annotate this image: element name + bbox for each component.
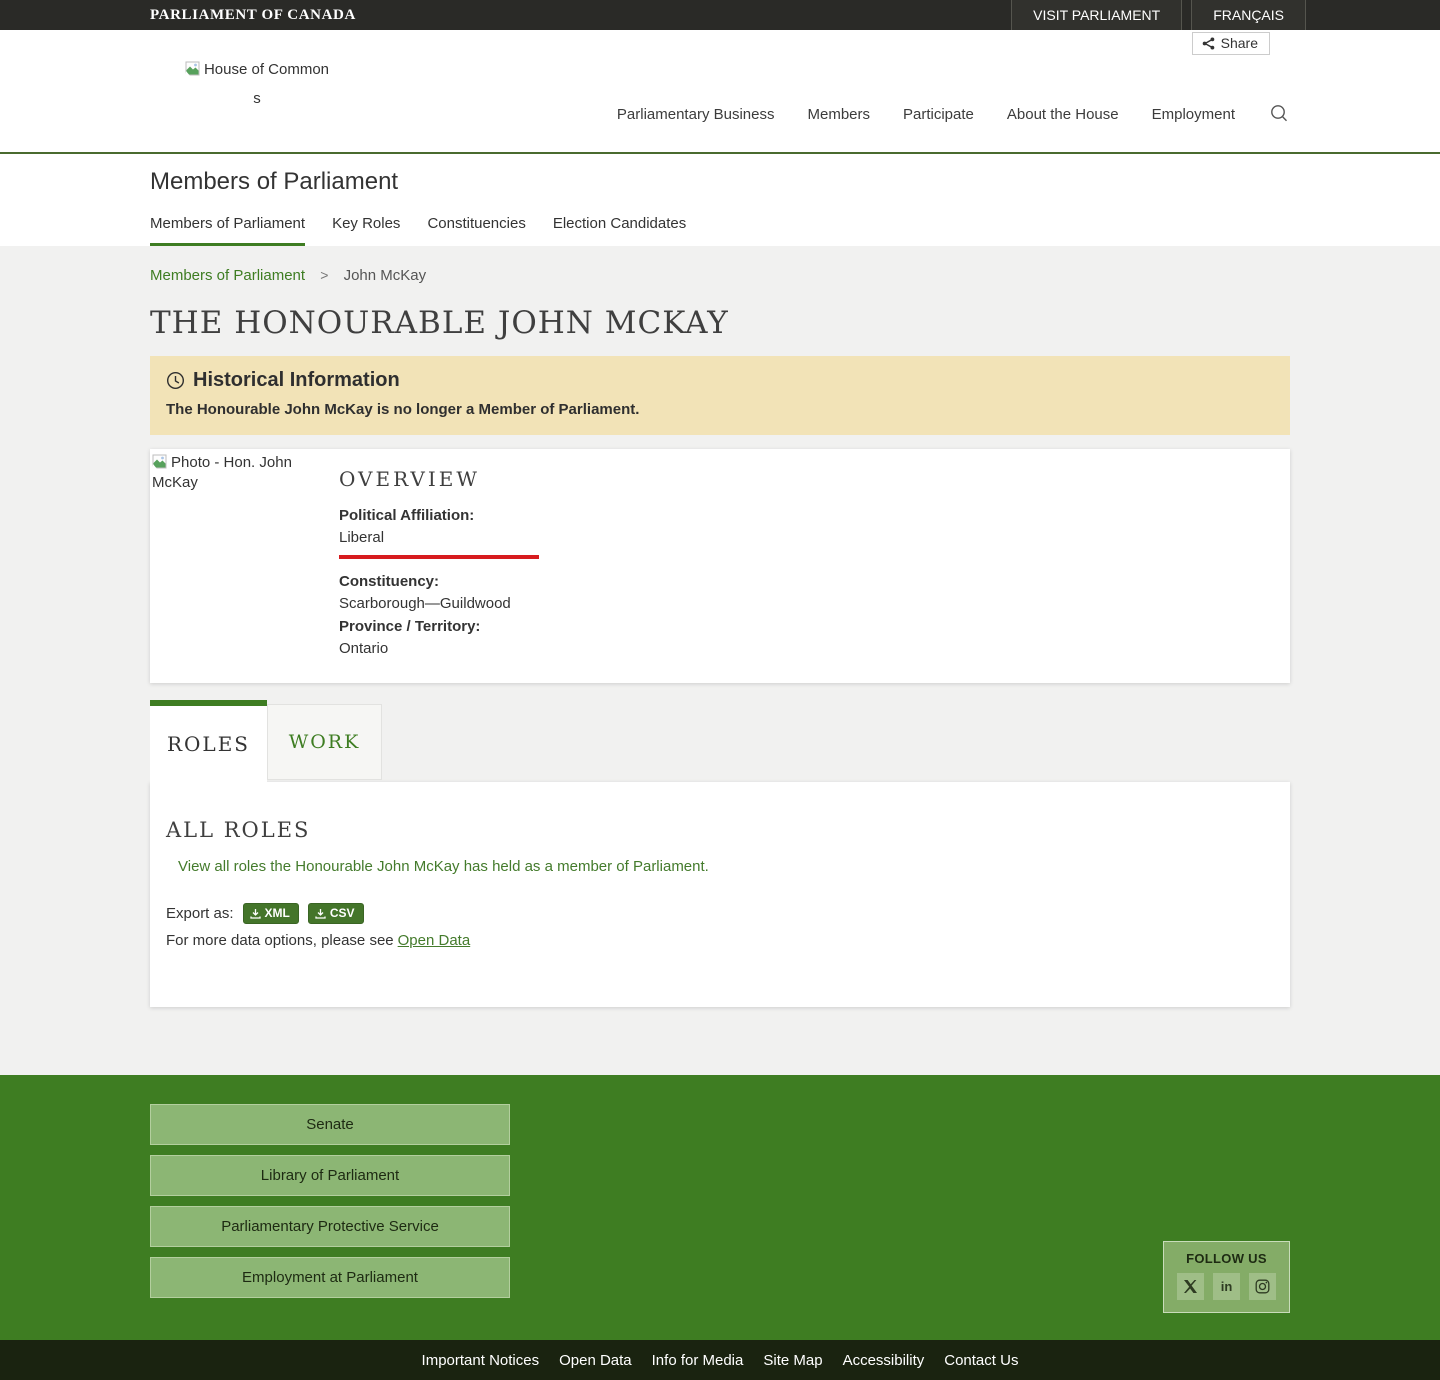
more-data-text: For more data options, please see <box>166 932 394 949</box>
main-content: Members of Parliament > John McKay THE H… <box>0 246 1440 1075</box>
link-important-notices[interactable]: Important Notices <box>421 1352 541 1369</box>
share-button[interactable]: Share <box>1191 32 1270 55</box>
follow-us-box: FOLLOW US in <box>1163 1241 1290 1313</box>
share-icon <box>1202 37 1215 50</box>
export-xml-label: XML <box>264 906 290 920</box>
link-accessibility[interactable]: Accessibility <box>842 1352 926 1369</box>
nav-participate[interactable]: Participate <box>903 106 974 123</box>
export-csv-label: CSV <box>329 906 355 920</box>
province-label: Province / Territory: <box>339 618 481 635</box>
political-affiliation-label: Political Affiliation: <box>339 507 475 524</box>
province-value: Ontario <box>339 640 389 657</box>
constituency-value: Scarborough—Guildwood <box>339 595 511 612</box>
tab-roles[interactable]: ROLES <box>150 700 267 782</box>
logo-alt-text: House of Commons <box>203 61 330 108</box>
clock-icon <box>166 371 185 390</box>
all-roles-heading: ALL ROLES <box>166 818 311 842</box>
overview-card: Photo - Hon. John McKay OVERVIEW Politic… <box>150 449 1290 683</box>
link-open-data[interactable]: Open Data <box>558 1352 633 1369</box>
breadcrumb-members-of-parliament[interactable]: Members of Parliament <box>150 267 305 284</box>
party-color-line <box>339 555 539 559</box>
section-title: Members of Parliament <box>150 168 399 195</box>
political-affiliation-value: Liberal <box>339 529 385 546</box>
house-of-commons-logo[interactable]: House of Commons <box>182 30 332 152</box>
link-site-map[interactable]: Site Map <box>762 1352 823 1369</box>
search-icon[interactable] <box>1268 103 1290 125</box>
nav-about-the-house[interactable]: About the House <box>1007 106 1119 123</box>
nav-employment[interactable]: Employment <box>1152 106 1235 123</box>
broken-image-icon <box>152 454 168 474</box>
historical-information-alert: Historical Information The Honourable Jo… <box>150 356 1290 435</box>
content-tabs: ROLES WORK <box>150 700 1290 782</box>
nav-parliamentary-business[interactable]: Parliamentary Business <box>617 106 775 123</box>
breadcrumb-current: John McKay <box>343 267 427 284</box>
footer-button-senate[interactable]: Senate <box>150 1104 510 1145</box>
linkedin-icon[interactable]: in <box>1213 1273 1240 1300</box>
follow-us-title: FOLLOW US <box>1186 1251 1267 1266</box>
member-photo: Photo - Hon. John McKay <box>150 449 339 683</box>
breadcrumb: Members of Parliament > John McKay <box>150 246 1290 284</box>
broken-image-icon <box>184 60 201 86</box>
site-footer: Senate Library of Parliament Parliamenta… <box>0 1075 1440 1337</box>
link-info-for-media[interactable]: Info for Media <box>651 1352 745 1369</box>
alert-message: The Honourable John McKay is no longer a… <box>166 401 640 418</box>
visit-parliament-link[interactable]: VISIT PARLIAMENT <box>1011 0 1183 30</box>
footer-button-library-of-parliament[interactable]: Library of Parliament <box>150 1155 510 1196</box>
mp-tabs: Members of Parliament Key Roles Constitu… <box>150 215 1290 246</box>
overview-heading: OVERVIEW <box>339 467 480 491</box>
roles-panel: ALL ROLES View all roles the Honourable … <box>150 782 1290 1007</box>
photo-alt-text: Photo - Hon. John McKay <box>152 454 292 491</box>
download-icon <box>315 908 326 919</box>
parliament-of-canada-brand[interactable]: PARLIAMENT OF CANADA <box>150 7 356 24</box>
instagram-icon[interactable] <box>1249 1273 1276 1300</box>
constituency-label: Constituency: <box>339 573 440 590</box>
open-data-link[interactable]: Open Data <box>398 932 471 949</box>
export-xml-button[interactable]: XML <box>242 903 299 924</box>
tab-members-of-parliament[interactable]: Members of Parliament <box>150 215 306 246</box>
x-twitter-icon[interactable] <box>1177 1273 1204 1300</box>
footer-button-parliamentary-protective-service[interactable]: Parliamentary Protective Service <box>150 1206 510 1247</box>
share-label: Share <box>1220 35 1258 51</box>
export-csv-button[interactable]: CSV <box>307 903 364 924</box>
main-navigation: Parliamentary Business Members Participa… <box>617 103 1290 152</box>
mp-section-header: Members of Parliament Members of Parliam… <box>0 154 1440 246</box>
nav-members[interactable]: Members <box>807 106 870 123</box>
footer-button-employment-at-parliament[interactable]: Employment at Parliament <box>150 1257 510 1298</box>
download-icon <box>249 908 261 919</box>
bottom-links-bar: Important Notices Open Data Info for Med… <box>0 1337 1440 1380</box>
link-contact-us[interactable]: Contact Us <box>943 1352 1019 1369</box>
tab-constituencies[interactable]: Constituencies <box>427 215 525 246</box>
tab-key-roles[interactable]: Key Roles <box>332 215 400 246</box>
tab-election-candidates[interactable]: Election Candidates <box>553 215 686 246</box>
top-utility-bar: PARLIAMENT OF CANADA VISIT PARLIAMENT FR… <box>0 0 1440 30</box>
breadcrumb-chevron-icon: > <box>320 267 329 283</box>
view-all-roles-link[interactable]: View all roles the Honourable John McKay… <box>178 858 709 875</box>
page-title: THE HONOURABLE JOHN MCKAY <box>150 305 729 341</box>
alert-title: Historical Information <box>193 369 400 391</box>
language-toggle-link[interactable]: FRANÇAIS <box>1191 0 1306 30</box>
tab-work[interactable]: WORK <box>267 704 382 780</box>
export-as-label: Export as: <box>166 905 234 922</box>
